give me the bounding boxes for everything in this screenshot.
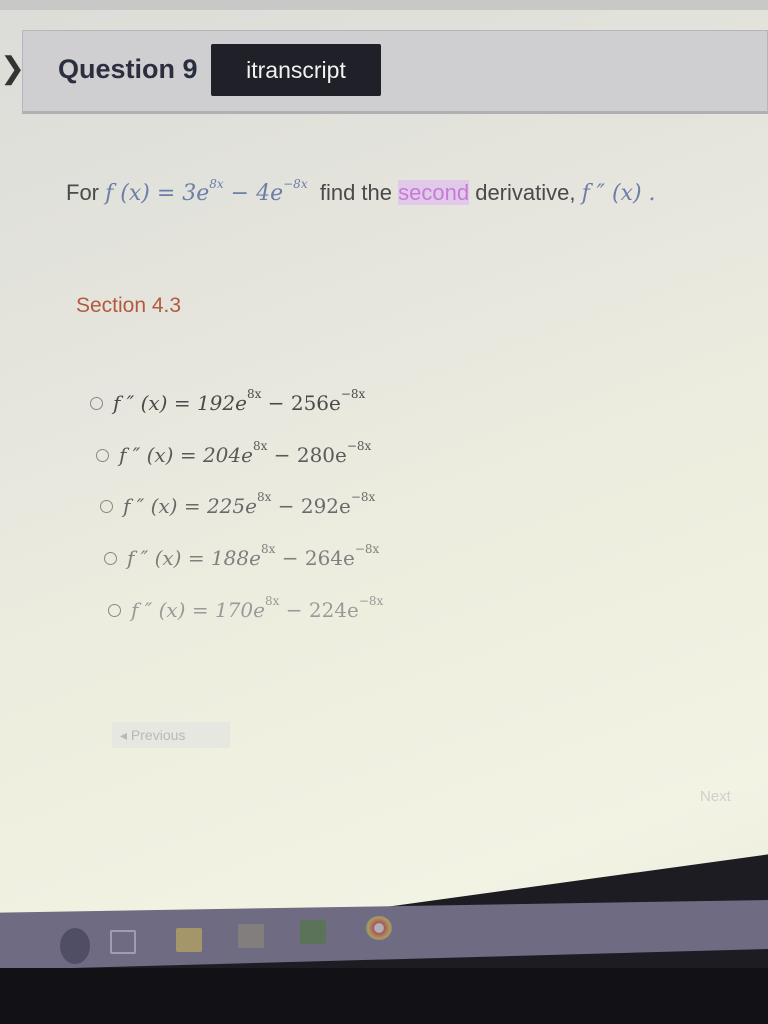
person-icon[interactable] [60,928,90,964]
option-text: f ″ (x) = 225e8x − 292e−8x [123,490,376,518]
answer-option[interactable]: f ″ (x) = 225e8x − 292e−8x [100,490,376,519]
answer-option[interactable]: f ″ (x) = 188e8x − 264e−8x [104,542,380,571]
app-icon[interactable] [300,920,326,944]
radio-button[interactable] [108,603,121,617]
problem-statement: For f (x) = 3e8x − 4e−8x find the second… [66,177,656,206]
next-button[interactable]: Next [700,788,731,805]
problem-text: find the [319,180,392,205]
highlighted-word: second [398,180,470,205]
answer-option[interactable]: f ″ (x) = 170e8x − 224e−8x [108,594,384,623]
problem-function: f (x) = 3e8x − 4e−8x [105,177,308,206]
radio-button[interactable] [96,448,109,462]
radio-button[interactable] [104,551,117,565]
question-title: Question 9 [58,54,198,84]
screen: ❯ Question 9 itranscript For f (x) = 3e8… [0,0,768,960]
task-view-icon[interactable] [110,930,136,954]
answer-option[interactable]: f ″ (x) = 192e8x − 256e−8x [90,387,366,416]
monitor-bezel [0,968,768,1024]
option-text: f ″ (x) = 170e8x − 224e−8x [131,594,384,622]
problem-text-2: derivative, [475,180,576,205]
option-text: f ″ (x) = 204e8x − 280e−8x [119,439,372,467]
chrome-icon[interactable] [366,916,392,940]
browser-top-edge [0,0,768,10]
option-text: f ″ (x) = 188e8x − 264e−8x [127,542,380,570]
radio-button[interactable] [100,499,113,513]
store-icon[interactable] [238,924,264,948]
problem-prefix: For [66,180,99,205]
problem-derivative: f ″ (x) . [581,181,656,206]
answer-option[interactable]: f ″ (x) = 204e8x − 280e−8x [96,439,372,468]
transcript-button[interactable]: itranscript [211,44,381,96]
radio-button[interactable] [90,396,103,410]
option-text: f ″ (x) = 192e8x − 256e−8x [113,387,366,415]
file-explorer-icon[interactable] [176,928,202,952]
section-label: Section 4.3 [76,294,182,317]
previous-button[interactable]: ◂ Previous [112,722,230,748]
